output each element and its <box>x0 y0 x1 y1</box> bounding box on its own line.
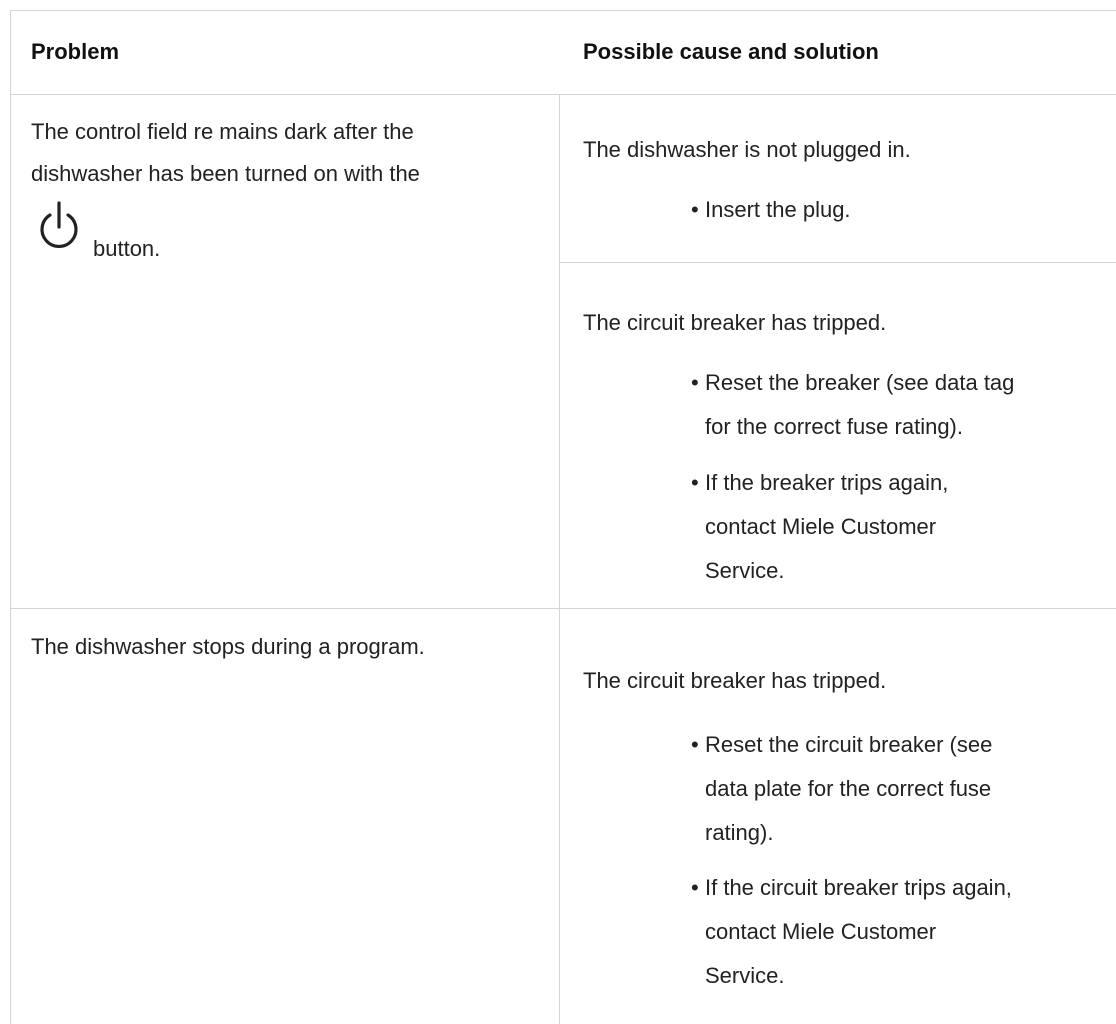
cause-divider <box>560 262 1116 263</box>
solution-text-line: Service. <box>705 558 785 583</box>
row-divider <box>11 608 1116 609</box>
power-icon <box>40 201 78 249</box>
solution-text-line: contact Miele Customer <box>705 514 937 539</box>
header-cause-solution: Possible cause and solution <box>583 39 879 64</box>
table-header: Problem Possible cause and solution <box>11 11 1116 95</box>
problem-text-line: dishwasher has been turned on with the <box>31 161 420 186</box>
solution-text-line: for the correct fuse rating). <box>705 414 963 439</box>
solution-bullet: • Reset the breaker (see data tag <box>691 370 1015 395</box>
solution-bullet: • If the breaker trips again, <box>691 470 949 495</box>
cause-text: The dishwasher is not plugged in. <box>583 137 911 162</box>
solution-bullet: • Insert the plug. <box>691 197 851 222</box>
solution-text-line: contact Miele Customer <box>705 919 937 944</box>
cause-text: The circuit breaker has tripped. <box>583 668 887 693</box>
problem-text-line: button. <box>93 236 161 261</box>
solution-text-line: Service. <box>705 963 785 988</box>
problem-text: The dishwasher stops during a program. <box>31 634 425 659</box>
header-divider <box>11 94 1116 95</box>
troubleshooting-table: Problem Possible cause and solution The … <box>10 10 1116 1024</box>
column-divider <box>559 11 560 1024</box>
problem-text-line: The control field re mains dark after th… <box>31 119 414 144</box>
cause-text: The circuit breaker has tripped. <box>583 310 887 335</box>
solution-text-line: data plate for the correct fuse <box>705 776 992 801</box>
solution-bullet: • If the circuit breaker trips again, <box>691 875 1012 900</box>
header-problem: Problem <box>31 39 120 64</box>
solution-bullet: • Reset the circuit breaker (see <box>691 732 993 757</box>
solution-text-line: rating). <box>705 820 774 845</box>
